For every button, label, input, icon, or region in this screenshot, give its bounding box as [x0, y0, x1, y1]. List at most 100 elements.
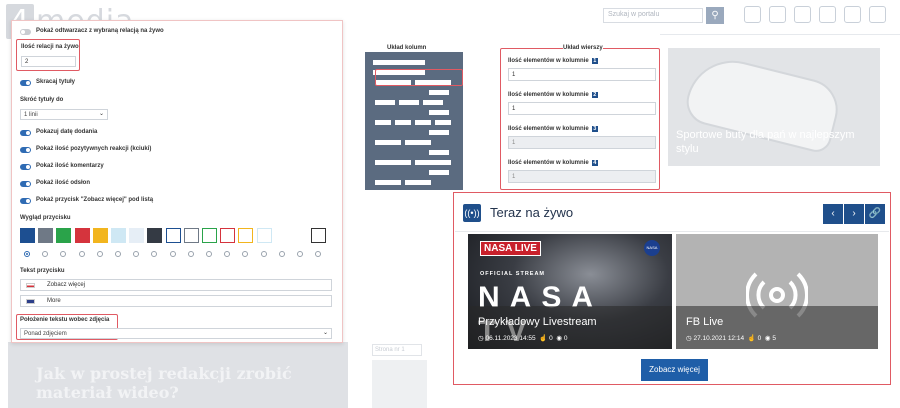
show-comments-toggle[interactable]: [20, 164, 31, 170]
video-article[interactable]: Jak w prostej redakcji zrobić materiał w…: [8, 342, 348, 408]
color-radio[interactable]: [96, 251, 103, 257]
layout-bar: [375, 140, 401, 145]
help-icon[interactable]: [844, 6, 861, 23]
elements-in-column-input[interactable]: 1: [508, 170, 656, 183]
divider: [660, 34, 900, 35]
layout-bar: [405, 140, 431, 145]
color-swatch[interactable]: [92, 228, 108, 243]
eye-icon: ◉: [764, 335, 771, 342]
cross-icon[interactable]: [869, 6, 886, 23]
eye-icon: ◉: [556, 335, 563, 342]
column-number-badge: 1: [591, 58, 598, 64]
elements-in-column-label: Ilość elementów w kolumnie 4: [508, 160, 598, 166]
show-date-toggle[interactable]: [20, 130, 31, 136]
highlight-column-row: [375, 69, 463, 86]
color-swatch-outline[interactable]: [165, 228, 181, 243]
shorten-to-label: Skróć tytuły do: [20, 97, 64, 103]
layout-bar: [435, 120, 451, 125]
color-radio[interactable]: [242, 251, 249, 257]
color-swatch-outline[interactable]: [220, 228, 236, 243]
elements-in-column-input[interactable]: 1: [508, 136, 656, 149]
live-widget-header: ((•)) Teraz na żywo ‹ › 🔗: [455, 194, 889, 232]
color-swatch[interactable]: [20, 228, 35, 243]
color-radio[interactable]: [133, 251, 140, 257]
top-icons: [744, 6, 886, 23]
text-position-select[interactable]: Ponad zdjęciem ⌄: [20, 328, 332, 339]
search-icon[interactable]: ⚲: [706, 7, 724, 24]
live-card[interactable]: NASA LIVE NASA OFFICIAL STREAM NASA TV P…: [468, 234, 672, 349]
clock-icon: ◷: [686, 335, 692, 342]
color-swatch-outline[interactable]: [183, 228, 199, 243]
layout-bar: [423, 100, 443, 105]
column-number-badge: 4: [591, 160, 598, 166]
site-search-input[interactable]: Szukaj w portalu: [603, 8, 703, 23]
thumbnail-strip: [372, 360, 427, 408]
pagination[interactable]: Strona nr 1: [372, 344, 422, 356]
show-views-toggle[interactable]: [20, 181, 31, 187]
column-number-badge: 3: [591, 126, 598, 132]
camera-icon[interactable]: [794, 6, 811, 23]
color-radio[interactable]: [60, 251, 67, 257]
color-radio[interactable]: [224, 251, 231, 257]
color-swatch[interactable]: [111, 228, 126, 243]
color-radio[interactable]: [151, 251, 158, 257]
show-likes-label: Pokaż ilość pozytywnych reakcji (kciuki): [36, 146, 152, 152]
next-button[interactable]: ›: [844, 204, 864, 224]
prev-button[interactable]: ‹: [823, 204, 843, 224]
color-swatch-outline[interactable]: [202, 228, 217, 243]
elements-in-column-input[interactable]: 1: [508, 102, 656, 115]
color-swatch[interactable]: [129, 228, 145, 243]
thumb-up-icon: ☝: [747, 335, 756, 342]
clock-icon: ◷: [478, 335, 484, 342]
live-count-input[interactable]: 2: [21, 56, 76, 67]
color-radio[interactable]: [24, 251, 30, 257]
show-views-label: Pokaż ilość odsłon: [36, 180, 91, 186]
color-radio[interactable]: [169, 251, 176, 257]
color-swatch[interactable]: [56, 228, 72, 243]
color-radio[interactable]: [42, 251, 49, 257]
color-radio[interactable]: [206, 251, 212, 257]
link-icon[interactable]: 🔗: [865, 204, 885, 224]
show-player-toggle[interactable]: [20, 29, 31, 35]
color-swatch-outline[interactable]: [238, 228, 254, 243]
elements-in-column-label: Ilość elementów w kolumnie 3: [508, 126, 598, 132]
layout-bar: [429, 170, 449, 175]
id-card-icon[interactable]: [744, 6, 761, 23]
color-swatch[interactable]: [74, 228, 90, 243]
color-radio[interactable]: [115, 251, 121, 257]
briefcase-icon[interactable]: [819, 6, 836, 23]
show-likes-toggle[interactable]: [20, 147, 31, 153]
show-comments-label: Pokaż ilość komentarzy: [36, 163, 104, 169]
color-swatch[interactable]: [147, 228, 163, 243]
color-radio[interactable]: [297, 251, 303, 257]
nasa-logo: NASA: [644, 240, 660, 256]
card-title: FB Live: [686, 316, 724, 328]
layout-bar: [429, 130, 449, 135]
see-more-button[interactable]: Zobacz więcej: [641, 359, 708, 381]
button-text-pl-input[interactable]: Zobacz więcej: [20, 279, 332, 291]
color-radio[interactable]: [315, 251, 322, 257]
chevron-down-icon: ⌄: [322, 330, 328, 336]
color-radio[interactable]: [78, 251, 85, 257]
live-card[interactable]: FB Live ◷ 27.10.2021 12:14 ☝ 0 ◉ 5: [676, 234, 878, 349]
color-swatch[interactable]: [311, 228, 327, 243]
layout-bar: [415, 120, 431, 125]
color-radio[interactable]: [187, 251, 194, 257]
button-text-en-input[interactable]: More: [20, 295, 332, 307]
show-player-label: Pokaż odtwarzacz z wybraną relacją na ży…: [36, 28, 164, 34]
card-likes: 0: [757, 335, 762, 342]
shorten-titles-toggle[interactable]: [20, 80, 31, 86]
color-swatch-outline[interactable]: [256, 228, 272, 243]
article-title[interactable]: Sportowe buty dla pań w najlepszym stylu: [676, 128, 866, 156]
elements-in-column-input[interactable]: 1: [508, 68, 656, 81]
shorten-to-select[interactable]: 1 linii ⌄: [20, 109, 108, 120]
color-radio[interactable]: [260, 251, 267, 257]
color-radio[interactable]: [278, 251, 285, 257]
color-swatch[interactable]: [38, 228, 54, 243]
calendar-icon[interactable]: [769, 6, 786, 23]
show-more-button-toggle[interactable]: [20, 198, 31, 204]
elements-in-column-label: Ilość elementów w kolumnie 2: [508, 92, 598, 98]
layout-bar: [415, 160, 451, 165]
card-meta: ◷ 27.10.2021 12:14 ☝ 0 ◉ 5: [686, 334, 776, 342]
card-views: 5: [772, 335, 776, 342]
